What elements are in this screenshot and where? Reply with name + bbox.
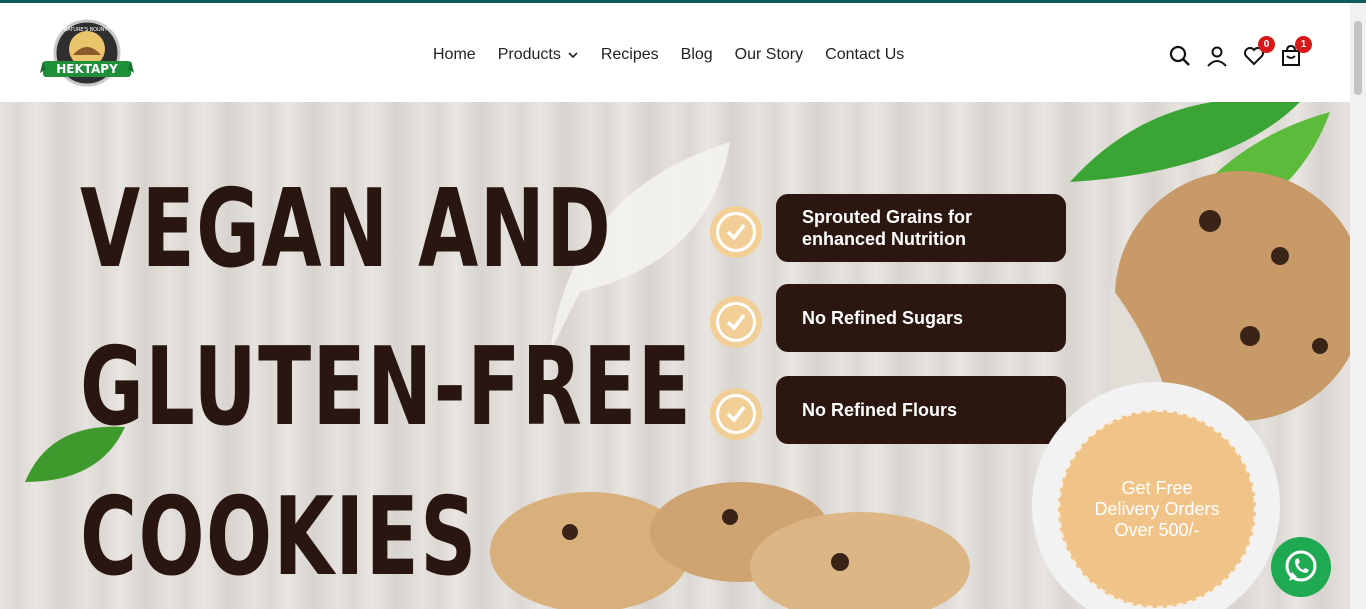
hero-headline-line-3: COOKIES — [80, 475, 478, 600]
site-header: HEKTAPY NATURE'S BOUNTY Home Products Re… — [0, 3, 1350, 102]
scrollbar-thumb[interactable] — [1354, 21, 1362, 95]
check-icon — [726, 223, 746, 241]
hero-headline-line-1: VEGAN AND — [80, 167, 613, 292]
search-icon — [1169, 45, 1190, 66]
feature-item: No Refined Sugars — [710, 284, 1066, 352]
feature-item: Sprouted Grains for enhanced Nutrition — [710, 194, 1066, 262]
page-scrollbar[interactable] — [1350, 3, 1366, 609]
hero-headline-line-2: GLUTEN-FREE — [80, 325, 693, 450]
cart-button[interactable]: 1 — [1279, 36, 1312, 68]
feature-label: No Refined Flours — [776, 376, 1066, 444]
feature-label: Sprouted Grains for enhanced Nutrition — [776, 194, 1066, 262]
nav-item-recipes[interactable]: Recipes — [601, 46, 659, 64]
feature-label: No Refined Sugars — [776, 284, 1066, 352]
whatsapp-chat-button[interactable] — [1271, 537, 1331, 597]
logo-text: HEKTAPY — [56, 62, 118, 76]
feature-item: No Refined Flours — [710, 376, 1066, 444]
user-icon — [1207, 46, 1227, 67]
main-nav: Home Products Recipes Blog Our Story Con… — [433, 44, 926, 66]
cart-count-badge: 1 — [1295, 36, 1312, 53]
nav-item-our-story[interactable]: Our Story — [735, 46, 803, 64]
nav-item-blog[interactable]: Blog — [681, 46, 713, 64]
wishlist-count-badge: 0 — [1258, 36, 1275, 53]
check-icon — [726, 313, 746, 331]
whatsapp-icon — [1285, 550, 1317, 582]
nav-item-products[interactable]: Products — [498, 46, 579, 64]
check-icon — [726, 405, 746, 423]
cookie-pile-image — [490, 482, 970, 609]
free-delivery-badge: Get Free Delivery Orders Over 500/- — [1058, 410, 1256, 608]
account-button[interactable] — [1205, 44, 1229, 68]
search-button[interactable] — [1168, 44, 1192, 68]
chevron-down-icon — [568, 52, 578, 59]
header-actions: 0 1 — [1168, 36, 1316, 69]
nav-item-home[interactable]: Home — [433, 46, 476, 64]
wishlist-button[interactable]: 0 — [1242, 36, 1275, 68]
nav-item-contact-us[interactable]: Contact Us — [825, 46, 904, 64]
site-logo[interactable]: HEKTAPY NATURE'S BOUNTY — [40, 19, 134, 91]
logo-sub-text: NATURE'S BOUNTY — [63, 27, 111, 33]
hero-banner[interactable]: VEGAN AND GLUTEN-FREE COOKIES Sprouted G… — [0, 102, 1350, 609]
